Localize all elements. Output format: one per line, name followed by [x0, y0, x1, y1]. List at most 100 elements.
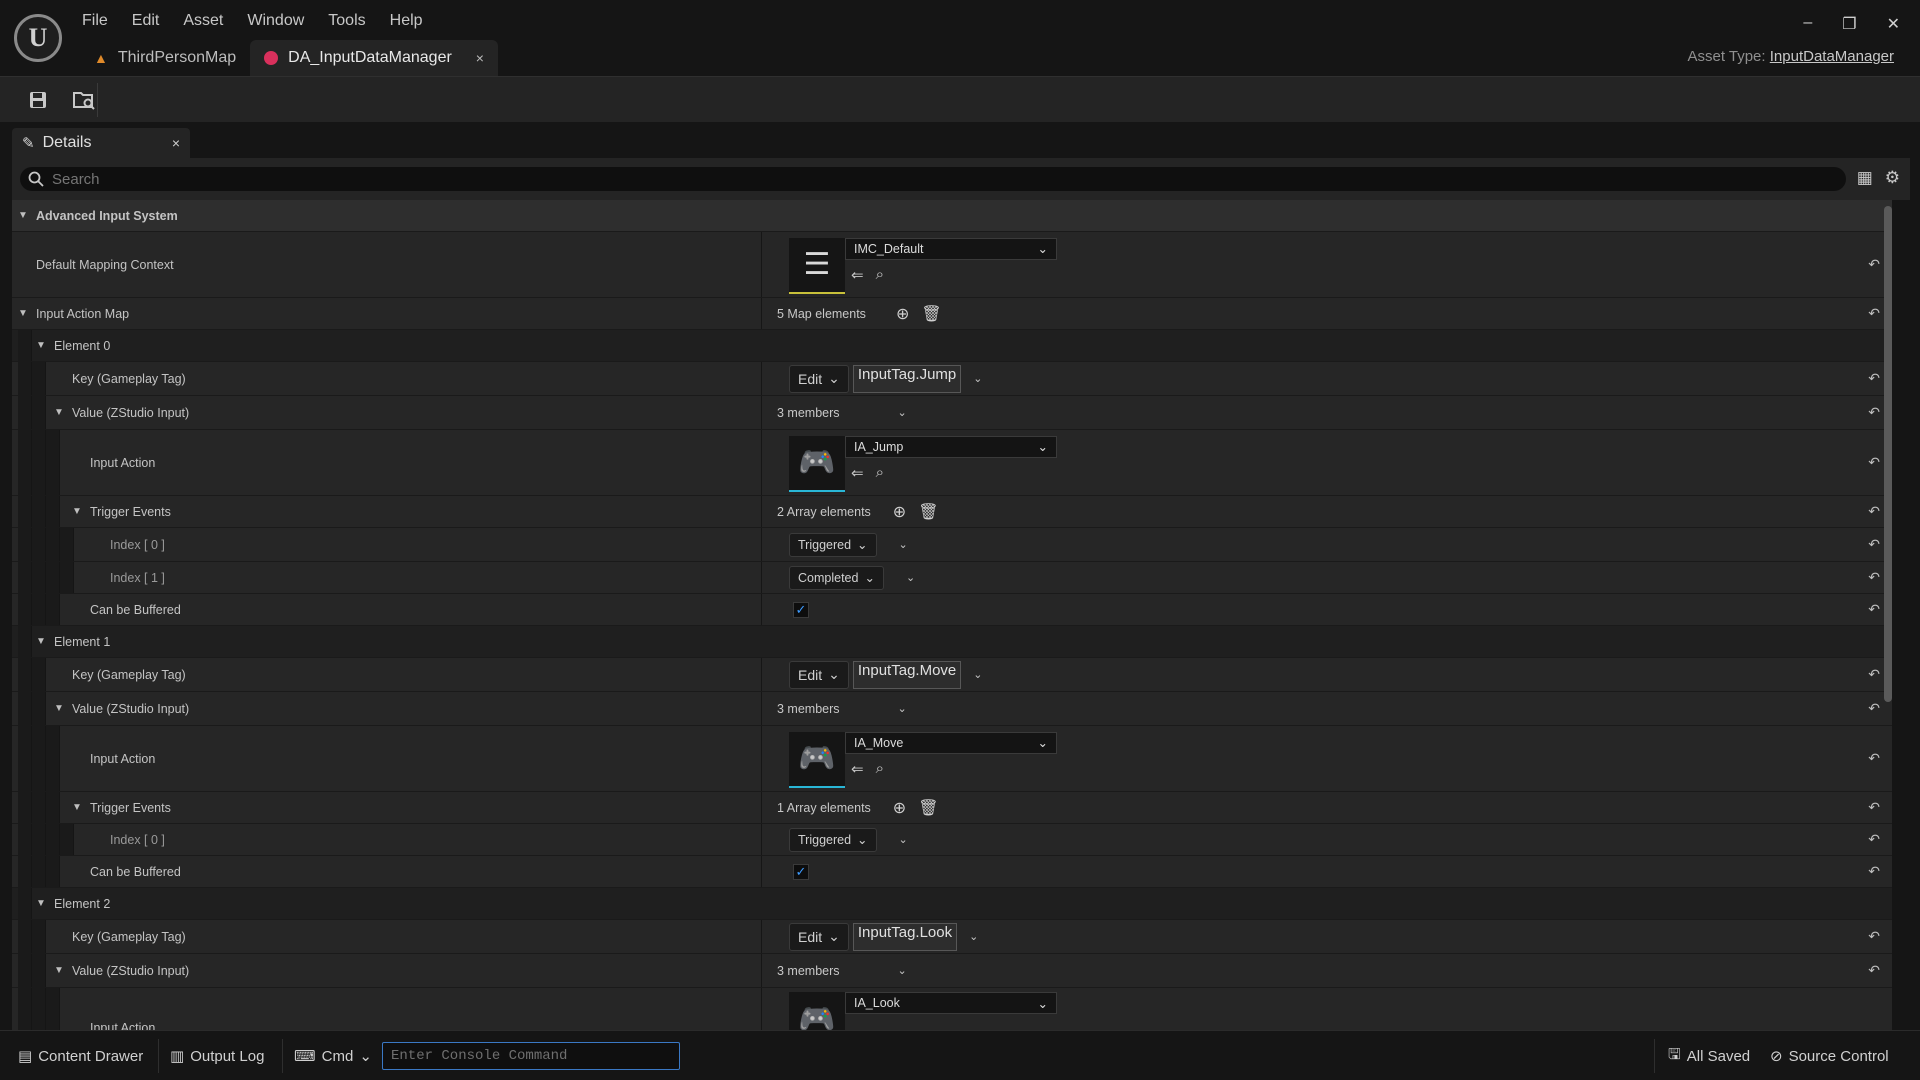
browse-asset-icon[interactable]: ⌕ [876, 464, 884, 482]
input-action-combo[interactable]: IA_Move ⌄ [845, 731, 1057, 754]
edit-tag-button[interactable]: Edit ⌄ [789, 922, 849, 951]
tab-da-inputdatamanager[interactable]: DA_InputDataManager × [250, 40, 498, 76]
collapse-arrow-icon[interactable]: ▼ [18, 210, 30, 221]
use-selected-asset-icon[interactable]: ⇐ [851, 760, 864, 778]
reset-to-default-icon[interactable]: ↶ [1868, 562, 1880, 593]
can-be-buffered-checkbox[interactable]: ✓ [793, 863, 809, 880]
row-value-zstudio-input[interactable]: ▼ Value (ZStudio Input) 3 members ⌄ ↶ [12, 396, 1892, 430]
gamepad-icon[interactable]: 🎮 [789, 435, 845, 492]
chevron-down-icon[interactable]: ⌄ [906, 571, 915, 584]
chevron-down-icon[interactable]: ⌄ [898, 702, 907, 715]
can-be-buffered-checkbox[interactable]: ✓ [793, 601, 809, 618]
collapse-arrow-icon[interactable]: ▼ [54, 407, 66, 418]
asset-type-link[interactable]: InputDataManager [1770, 48, 1894, 65]
element-2-header[interactable]: ▼ Element 2 [12, 888, 1892, 920]
menu-edit[interactable]: Edit [120, 10, 172, 32]
delete-all-icon[interactable]: 🗑 [918, 798, 938, 818]
reset-to-default-icon[interactable]: ↶ [1868, 954, 1880, 987]
menu-help[interactable]: Help [378, 10, 435, 32]
use-selected-asset-icon[interactable]: ⇐ [851, 464, 864, 482]
chevron-down-icon[interactable]: ⌄ [898, 964, 907, 977]
add-element-icon[interactable]: ⊕ [893, 502, 906, 522]
settings-gear-icon[interactable]: ⚙ [1885, 168, 1900, 188]
menu-asset[interactable]: Asset [171, 10, 235, 32]
cmd-dropdown[interactable]: ⌨ Cmd ⌄ [294, 1043, 372, 1069]
row-trigger-events[interactable]: ▼ Trigger Events 2 Array elements ⊕ 🗑 ↶ [12, 496, 1892, 528]
close-panel-icon[interactable]: × [172, 135, 180, 151]
element-1-header[interactable]: ▼ Element 1 [12, 626, 1892, 658]
reset-to-default-icon[interactable]: ↶ [1868, 594, 1880, 625]
mapping-context-combo[interactable]: IMC_Default ⌄ [845, 237, 1057, 260]
console-command-input[interactable]: Enter Console Command [382, 1042, 680, 1070]
browse-asset-icon[interactable]: ⌕ [876, 266, 884, 284]
edit-tag-button[interactable]: Edit ⌄ [789, 660, 849, 689]
mapping-context-thumbnail-icon[interactable]: ☰ [789, 237, 845, 294]
reset-to-default-icon[interactable]: ↶ [1868, 792, 1880, 823]
row-value-zstudio-input[interactable]: ▼ Value (ZStudio Input) 3 members ⌄ ↶ [12, 692, 1892, 726]
collapse-arrow-icon[interactable]: ▼ [18, 308, 30, 319]
restore-icon[interactable]: ❐ [1842, 14, 1856, 34]
menu-file[interactable]: File [70, 10, 120, 32]
close-window-icon[interactable]: ✕ [1887, 14, 1900, 34]
chevron-down-icon[interactable]: ⌄ [899, 538, 908, 551]
collapse-arrow-icon[interactable]: ▼ [36, 898, 48, 909]
input-action-combo[interactable]: IA_Look ⌄ [845, 992, 1057, 1014]
reset-to-default-icon[interactable]: ↶ [1868, 430, 1880, 495]
details-tab[interactable]: ✎ Details × [12, 128, 190, 158]
chevron-down-icon[interactable]: ⌄ [973, 668, 982, 681]
trigger-event-combo[interactable]: Triggered ⌄ [789, 532, 877, 557]
reset-to-default-icon[interactable]: ↶ [1868, 920, 1880, 953]
reset-to-default-icon[interactable]: ↶ [1868, 692, 1880, 725]
minimize-icon[interactable]: – [1803, 14, 1812, 34]
edit-tag-button[interactable]: Edit ⌄ [789, 364, 849, 393]
delete-all-icon[interactable]: 🗑 [921, 304, 941, 324]
gamepad-icon[interactable]: 🎮 [789, 992, 845, 1030]
menu-window[interactable]: Window [235, 10, 316, 32]
collapse-arrow-icon[interactable]: ▼ [72, 802, 84, 813]
collapse-arrow-icon[interactable]: ▼ [36, 636, 48, 647]
trigger-event-combo[interactable]: Completed ⌄ [789, 565, 884, 590]
gamepad-icon[interactable]: 🎮 [789, 731, 845, 788]
reset-to-default-icon[interactable]: ↶ [1868, 528, 1880, 561]
output-log-button[interactable]: ▥ Output Log [170, 1043, 264, 1069]
menu-tools[interactable]: Tools [316, 10, 377, 32]
collapse-arrow-icon[interactable]: ▼ [72, 506, 84, 517]
chevron-down-icon[interactable]: ⌄ [973, 372, 982, 385]
row-trigger-events[interactable]: ▼ Trigger Events 1 Array elements ⊕ 🗑 ↶ [12, 792, 1892, 824]
all-saved-button[interactable]: 🖫 All Saved [1668, 1043, 1750, 1069]
browse-to-asset-icon[interactable] [70, 87, 98, 113]
reset-to-default-icon[interactable]: ↶ [1868, 856, 1880, 887]
element-0-header[interactable]: ▼ Element 0 [12, 330, 1892, 362]
chevron-down-icon[interactable]: ⌄ [969, 930, 978, 943]
reset-to-default-icon[interactable]: ↶ [1868, 298, 1880, 329]
reset-to-default-icon[interactable]: ↶ [1868, 496, 1880, 527]
tab-thirdpersonmap[interactable]: ▲ ThirdPersonMap [80, 40, 250, 76]
collapse-arrow-icon[interactable]: ▼ [36, 340, 48, 351]
reset-to-default-icon[interactable]: ↶ [1868, 726, 1880, 791]
add-element-icon[interactable]: ⊕ [893, 798, 906, 818]
reset-to-default-icon[interactable]: ↶ [1868, 232, 1880, 297]
unreal-logo-icon[interactable]: U [14, 14, 62, 62]
delete-all-icon[interactable]: 🗑 [918, 502, 938, 522]
content-drawer-button[interactable]: ▤ Content Drawer [18, 1043, 143, 1069]
collapse-arrow-icon[interactable]: ▼ [54, 965, 66, 976]
use-selected-asset-icon[interactable]: ⇐ [851, 266, 864, 284]
add-element-icon[interactable]: ⊕ [896, 304, 909, 324]
reset-to-default-icon[interactable]: ↶ [1868, 362, 1880, 395]
input-action-combo[interactable]: IA_Jump ⌄ [845, 435, 1057, 458]
reset-to-default-icon[interactable]: ↶ [1868, 396, 1880, 429]
collapse-arrow-icon[interactable]: ▼ [54, 703, 66, 714]
reset-to-default-icon[interactable]: ↶ [1868, 824, 1880, 855]
close-tab-icon[interactable]: × [476, 50, 484, 66]
chevron-down-icon[interactable]: ⌄ [899, 833, 908, 846]
row-input-action-map[interactable]: ▼ Input Action Map 5 Map elements ⊕ 🗑 ↶ [12, 298, 1892, 330]
search-input[interactable] [52, 170, 1752, 188]
source-control-button[interactable]: ⊘ Source Control [1770, 1043, 1889, 1069]
category-advanced-input-system[interactable]: ▼ Advanced Input System [12, 200, 1892, 232]
property-matrix-icon[interactable]: ▦ [1857, 168, 1873, 188]
row-value-zstudio-input[interactable]: ▼ Value (ZStudio Input) 3 members ⌄ ↶ [12, 954, 1892, 988]
trigger-event-combo[interactable]: Triggered ⌄ [789, 827, 877, 852]
save-icon[interactable] [24, 87, 52, 113]
chevron-down-icon[interactable]: ⌄ [898, 406, 907, 419]
browse-asset-icon[interactable]: ⌕ [876, 760, 884, 778]
